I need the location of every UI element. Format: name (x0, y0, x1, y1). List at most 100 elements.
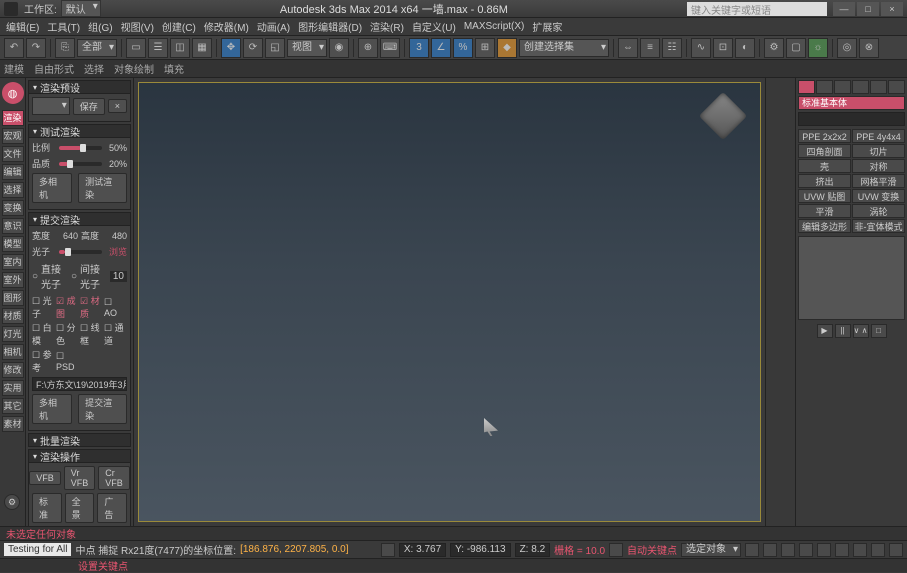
rail-button[interactable]: 灯光 (2, 326, 24, 342)
close-button[interactable]: × (881, 2, 903, 16)
y-spinner[interactable]: Y: -986.113 (450, 543, 510, 557)
spinner-snap-button[interactable]: ⊞ (475, 38, 495, 58)
render-checkbox[interactable]: ☐ 线框 (80, 321, 103, 347)
ribbon-tab[interactable]: 自由形式 (34, 61, 74, 76)
output-path-input[interactable]: F:\方东文\19\2019年3月13号\ (32, 377, 127, 391)
viewport-canvas[interactable] (138, 82, 761, 522)
rail-button[interactable]: 其它 (2, 398, 24, 414)
rail-button[interactable]: 图形 (2, 290, 24, 306)
hierarchy-tab[interactable] (834, 80, 851, 94)
menu-item[interactable]: 渲染(R) (370, 19, 404, 34)
primitive-button[interactable]: 平滑 (798, 204, 851, 218)
minimize-button[interactable]: — (833, 2, 855, 16)
link-button[interactable]: ⎘ (55, 38, 75, 58)
rail-button[interactable]: 材质 (2, 308, 24, 324)
preset-clear-button[interactable]: × (108, 99, 127, 113)
menu-item[interactable]: 创建(C) (162, 19, 196, 34)
menu-item[interactable]: 自定义(U) (412, 19, 456, 34)
test-multicam-button[interactable]: 多相机 (32, 173, 72, 203)
menu-item[interactable]: MAXScript(X) (464, 21, 525, 32)
rail-button[interactable]: 实用 (2, 380, 24, 396)
category-highlight[interactable]: 标准基本体 (798, 96, 905, 110)
window-crossing-button[interactable]: ▦ (192, 38, 212, 58)
photon-slider[interactable] (59, 250, 102, 254)
menu-item[interactable]: 扩展家 (532, 19, 562, 34)
rail-button[interactable]: 室外 (2, 272, 24, 288)
align-button[interactable]: ≡ (640, 38, 660, 58)
render-checkbox[interactable]: ☐ 参考 (32, 348, 55, 374)
quality-slider[interactable] (59, 162, 102, 166)
rail-button[interactable]: 意识 (2, 218, 24, 234)
ribbon-tab[interactable]: 建模 (4, 61, 24, 76)
autokey-button[interactable]: 自动关键点 (627, 542, 677, 557)
primitive-button[interactable]: 编辑多边形 (798, 219, 851, 233)
primitive-button[interactable]: PPE 2x2x2 (798, 129, 851, 143)
modify-tab[interactable] (816, 80, 833, 94)
select-button[interactable]: ▭ (126, 38, 146, 58)
rail-button[interactable]: 宏观 (2, 128, 24, 144)
edit-named-button[interactable]: ◆ (497, 38, 517, 58)
lock-button[interactable] (381, 543, 395, 557)
create-tab[interactable] (798, 80, 815, 94)
rail-button[interactable]: 变换 (2, 200, 24, 216)
schematic-button[interactable]: ⊡ (713, 38, 733, 58)
next-frame-button[interactable] (799, 543, 813, 557)
render-setup-button[interactable]: ⚙ (764, 38, 784, 58)
nav-zoom-button[interactable] (835, 543, 849, 557)
pano-button[interactable]: 全景 (65, 493, 95, 523)
menu-item[interactable]: 动画(A) (257, 19, 290, 34)
undo-button[interactable]: ↶ (4, 38, 24, 58)
timeline-icon[interactable] (609, 543, 623, 557)
menu-item[interactable]: 图形编辑器(D) (298, 19, 362, 34)
viewcube[interactable] (698, 91, 748, 141)
primitive-button[interactable]: UVW 贴图 (798, 189, 851, 203)
angle-snap-button[interactable]: ∠ (431, 38, 451, 58)
ad-button[interactable]: 广告 (97, 493, 127, 523)
rail-button[interactable]: 室内 (2, 254, 24, 270)
nav-orbit-button[interactable] (871, 543, 885, 557)
render-ops-header[interactable]: 渲染操作 (28, 449, 131, 463)
display-tab[interactable] (870, 80, 887, 94)
move-button[interactable]: ✥ (221, 38, 241, 58)
ref-coord-dropdown[interactable]: 视图 (287, 39, 327, 57)
batch-render-header[interactable]: 批量渲染 (28, 433, 131, 447)
menu-item[interactable]: 组(G) (88, 19, 112, 34)
vfb-button[interactable]: VFB (29, 471, 61, 485)
test-render-header[interactable]: 测试渲染 (28, 124, 131, 138)
x-spinner[interactable]: X: 3.767 (399, 543, 446, 557)
viewport[interactable] (134, 78, 765, 526)
submit-render-button[interactable]: 提交渲染 (78, 394, 127, 424)
plugin-logo[interactable]: ◍ (2, 82, 24, 104)
prev-frame-button[interactable] (763, 543, 777, 557)
manipulate-button[interactable]: ⊕ (358, 38, 378, 58)
utilities-tab[interactable] (888, 80, 905, 94)
std-button[interactable]: 标准 (32, 493, 62, 523)
render-checkbox[interactable]: ☐ 白模 (32, 321, 55, 347)
scale-button[interactable]: ◱ (265, 38, 285, 58)
ribbon-tab[interactable]: 填充 (164, 61, 184, 76)
preview-control-button[interactable]: □ (871, 324, 887, 338)
render-checkbox[interactable]: ☐ 光子 (32, 294, 55, 320)
vrvfb-button[interactable]: Vr VFB (64, 466, 96, 490)
mirror-button[interactable]: ⇔ (618, 38, 638, 58)
redo-button[interactable]: ↷ (26, 38, 46, 58)
preview-control-button[interactable]: || (835, 324, 851, 338)
rail-button[interactable]: 文件 (2, 146, 24, 162)
setkey-button[interactable]: 设置关键点 (78, 558, 128, 573)
photon-browse[interactable]: 浏览 (105, 245, 127, 258)
menu-item[interactable]: 工具(T) (47, 19, 80, 34)
keyfilter-dropdown[interactable]: 选定对象 (681, 543, 741, 557)
primitive-button[interactable]: UVW 变换 (852, 189, 905, 203)
motion-tab[interactable] (852, 80, 869, 94)
workspace-dropdown[interactable]: 默认 (61, 0, 101, 17)
goto-start-button[interactable] (745, 543, 759, 557)
rotate-button[interactable]: ⟳ (243, 38, 263, 58)
named-selection-dropdown[interactable]: 创建选择集 (519, 39, 609, 57)
percent-snap-button[interactable]: % (453, 38, 473, 58)
preset-save-button[interactable]: 保存 (73, 98, 105, 115)
ribbon-tab[interactable]: 选择 (84, 61, 104, 76)
render-preset-header[interactable]: 渲染预设 (28, 80, 131, 94)
render-frame-button[interactable]: ▢ (786, 38, 806, 58)
primitive-button[interactable]: 切片 (852, 144, 905, 158)
render-checkbox[interactable]: ☐ AO (104, 294, 127, 320)
